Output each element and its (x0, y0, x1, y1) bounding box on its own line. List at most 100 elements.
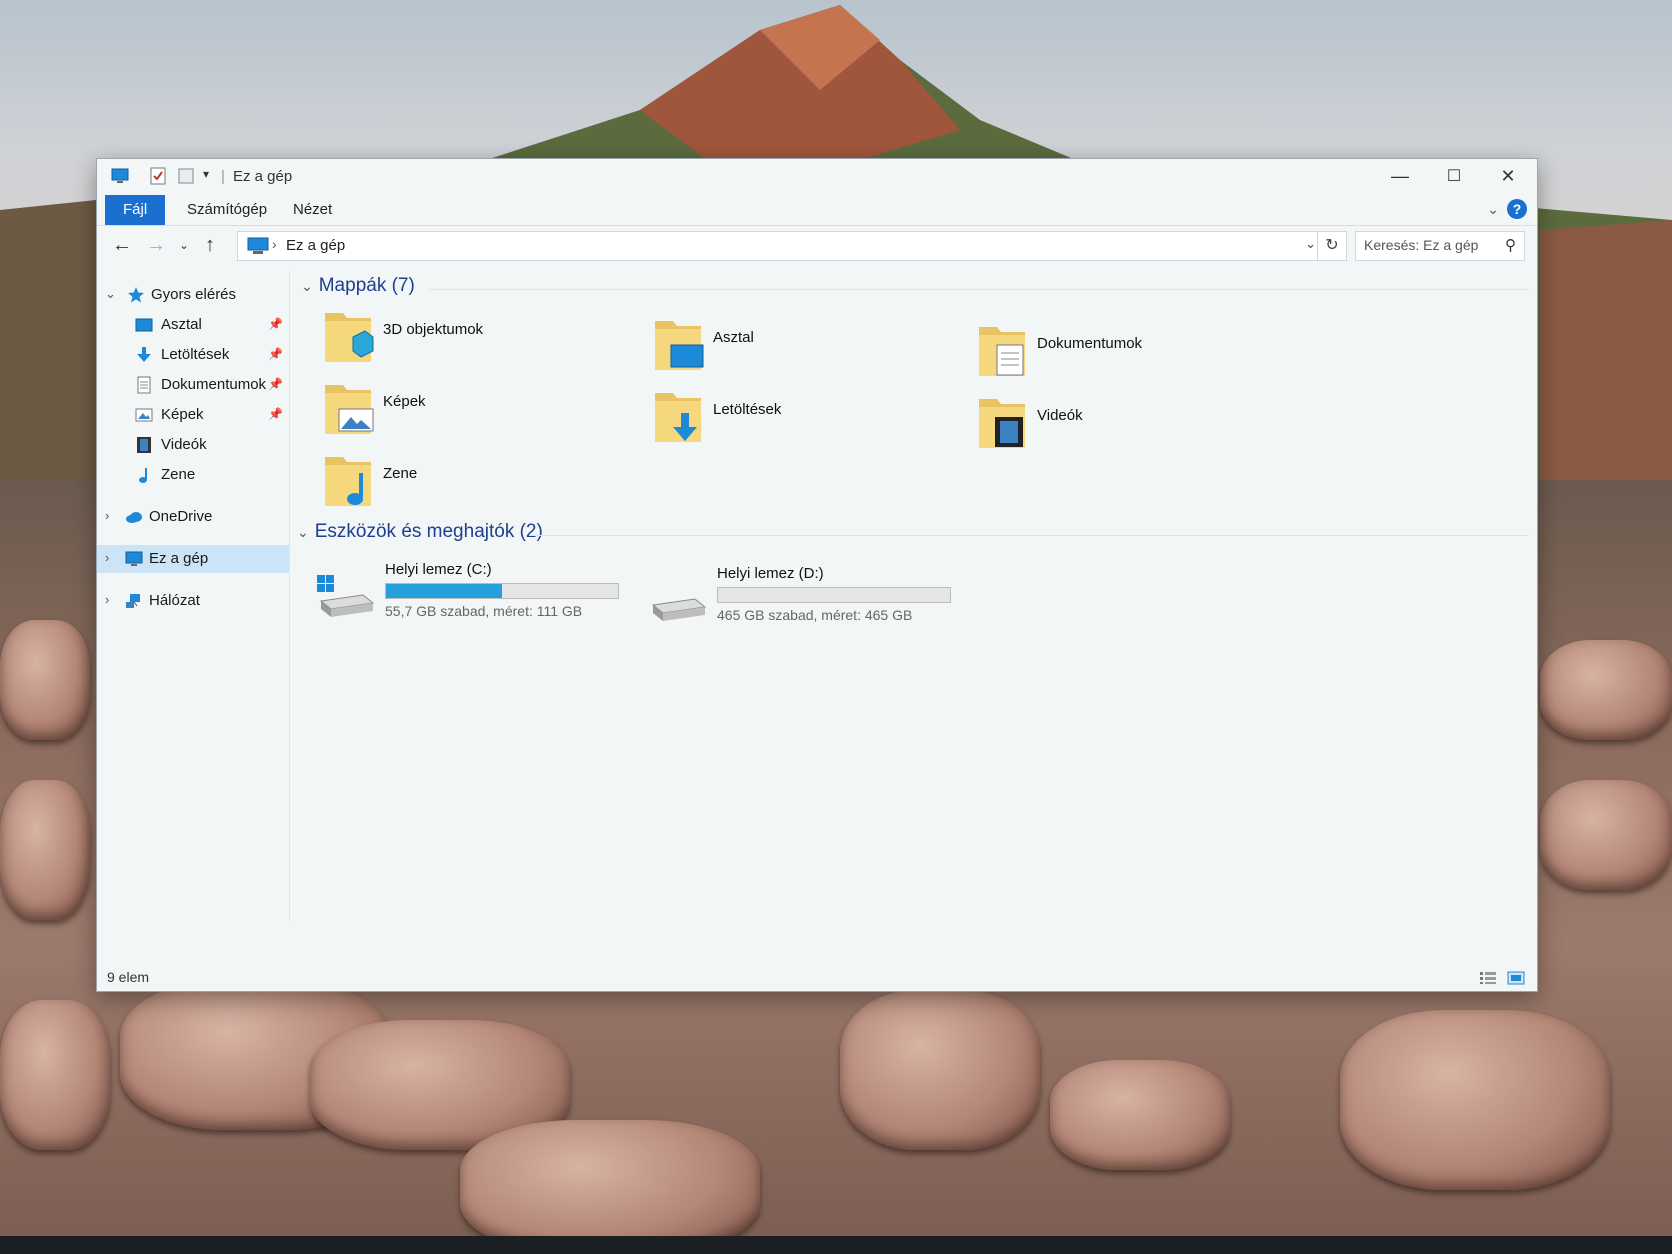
collapse-chevron-icon[interactable]: ⌄ (105, 286, 116, 302)
3d-objects-folder-icon (325, 313, 374, 362)
sidebar-item-documents[interactable]: Dokumentumok 📌 (97, 371, 289, 399)
expand-chevron-icon[interactable]: › (105, 508, 109, 523)
breadcrumb-this-pc[interactable]: Ez a gép (286, 237, 345, 254)
sidebar-item-desktop[interactable]: Asztal 📌 (97, 311, 289, 339)
videos-folder-icon (979, 399, 1025, 448)
folder-name: Videók (1037, 407, 1083, 424)
large-icons-view-icon[interactable] (1507, 971, 1525, 985)
folder-videos[interactable]: Videók (977, 393, 1277, 457)
folder-3d-objects[interactable]: 3D objektumok (323, 307, 623, 371)
content-pane: ⌄ Mappák (7) 3D objektumok Asztal Dokumen… (293, 269, 1533, 919)
sidebar-item-quick-access[interactable]: ⌄ Gyors elérés (97, 281, 289, 309)
wallpaper-stone (1540, 780, 1672, 890)
wallpaper-stone (1050, 1060, 1230, 1170)
properties-icon[interactable] (149, 167, 167, 185)
this-pc-icon (111, 168, 129, 183)
wallpaper-stone (1540, 640, 1672, 740)
folder-name: Dokumentumok (1037, 335, 1143, 352)
downloads-folder-icon (655, 393, 701, 442)
sidebar-item-onedrive[interactable]: › OneDrive (97, 503, 289, 531)
pin-icon: 📌 (268, 407, 283, 421)
new-folder-icon[interactable] (177, 167, 195, 185)
drive-name: Helyi lemez (C:) (385, 561, 492, 578)
folder-documents[interactable]: Dokumentumok (977, 321, 1277, 385)
sidebar-item-downloads[interactable]: Letöltések 📌 (97, 341, 289, 369)
sidebar-item-label: Gyors elérés (151, 286, 237, 303)
wallpaper-stone (1340, 1010, 1610, 1190)
sidebar-item-music[interactable]: Zene (97, 461, 289, 489)
refresh-button[interactable]: ↻ (1317, 232, 1346, 260)
music-folder-icon (325, 457, 371, 506)
desktop-icon (135, 318, 153, 332)
sidebar-item-label: Asztal (161, 316, 202, 333)
title-bar: ▾ | Ez a gép — ☐ ✕ (97, 159, 1537, 195)
expand-ribbon-icon[interactable]: ⌄ (1487, 201, 1499, 218)
customize-quick-access-icon[interactable]: ▾ (203, 167, 209, 181)
sidebar-item-network[interactable]: › Hálózat (97, 587, 289, 615)
group-divider (529, 535, 1529, 536)
drives-group-header[interactable]: ⌄ Eszközök és meghajtók (2) (297, 521, 543, 543)
tab-computer[interactable]: Számítógép (169, 195, 285, 225)
taskbar[interactable] (0, 1236, 1672, 1254)
forward-button[interactable]: → (143, 233, 169, 257)
ribbon: Fájl Számítógép Nézet ⌄ ? (97, 195, 1537, 226)
pin-icon: 📌 (268, 347, 283, 361)
this-pc-icon (125, 551, 143, 566)
drive-usage-fill (386, 584, 502, 598)
network-icon (126, 594, 140, 608)
folder-downloads[interactable]: Letöltések (653, 387, 953, 451)
sidebar-item-label: Videók (161, 436, 207, 453)
group-title: Eszközök és meghajtók (2) (314, 521, 543, 542)
star-icon (128, 287, 144, 303)
sidebar-item-this-pc[interactable]: › Ez a gép (97, 545, 289, 573)
folder-music[interactable]: Zene (323, 451, 623, 515)
folder-pictures[interactable]: Képek (323, 379, 623, 443)
tab-view[interactable]: Nézet (275, 195, 350, 225)
wallpaper-stone (0, 1000, 110, 1150)
item-count: 9 elem (107, 969, 150, 985)
minimize-button[interactable]: — (1373, 159, 1427, 193)
back-button[interactable]: ← (109, 233, 135, 257)
wallpaper-stone (0, 780, 90, 920)
folders-group-header[interactable]: ⌄ Mappák (7) (301, 275, 415, 297)
sidebar-item-label: OneDrive (149, 508, 213, 525)
breadcrumb-chevron-icon[interactable]: › (272, 236, 277, 252)
expand-chevron-icon[interactable]: › (105, 592, 109, 607)
close-button[interactable]: ✕ (1481, 159, 1535, 193)
wallpaper-stone (840, 990, 1040, 1150)
address-dropdown-icon[interactable]: ⌄ (1305, 236, 1316, 252)
sidebar-item-label: Képek (161, 406, 204, 423)
drive-d[interactable]: Helyi lemez (D:) 465 GB szabad, méret: 4… (647, 563, 951, 633)
hard-drive-icon (651, 598, 707, 621)
address-bar[interactable]: › Ez a gép ⌄ ↻ (237, 231, 1347, 261)
desktop-folder-icon (655, 321, 704, 370)
sidebar-item-label: Ez a gép (149, 550, 209, 567)
pictures-folder-icon (325, 385, 374, 434)
sidebar-item-videos[interactable]: Videók (97, 431, 289, 459)
up-button[interactable]: ↑ (197, 233, 223, 257)
search-icon[interactable]: ⚲ (1505, 236, 1516, 254)
sidebar-item-pictures[interactable]: Képek 📌 (97, 401, 289, 429)
music-icon (139, 468, 147, 483)
this-pc-icon (247, 237, 269, 254)
tab-file[interactable]: Fájl (105, 195, 166, 225)
folder-name: Képek (383, 393, 426, 410)
expand-chevron-icon[interactable]: › (105, 550, 109, 565)
wallpaper-stone (460, 1120, 760, 1254)
drive-space-info: 465 GB szabad, méret: 465 GB (717, 607, 913, 623)
collapse-chevron-icon[interactable]: ⌄ (297, 524, 309, 540)
folder-desktop[interactable]: Asztal (653, 315, 953, 379)
recent-locations-button[interactable]: ⌄ (171, 233, 197, 257)
help-button[interactable]: ? (1507, 199, 1527, 219)
drive-name: Helyi lemez (D:) (717, 565, 824, 582)
navigation-pane: ⌄ Gyors elérés Asztal 📌 Letöltések 📌 Dok… (97, 271, 290, 921)
search-input[interactable] (1362, 236, 1496, 254)
details-view-icon[interactable] (1479, 971, 1497, 985)
title-separator: | (221, 168, 225, 185)
collapse-chevron-icon[interactable]: ⌄ (301, 278, 313, 294)
folder-name: Zene (383, 465, 418, 482)
maximize-button[interactable]: ☐ (1427, 159, 1481, 193)
folder-name: 3D objektumok (383, 321, 484, 338)
search-box[interactable]: ⚲ (1355, 231, 1525, 261)
drive-c[interactable]: Helyi lemez (C:) 55,7 GB szabad, méret: … (315, 559, 619, 629)
